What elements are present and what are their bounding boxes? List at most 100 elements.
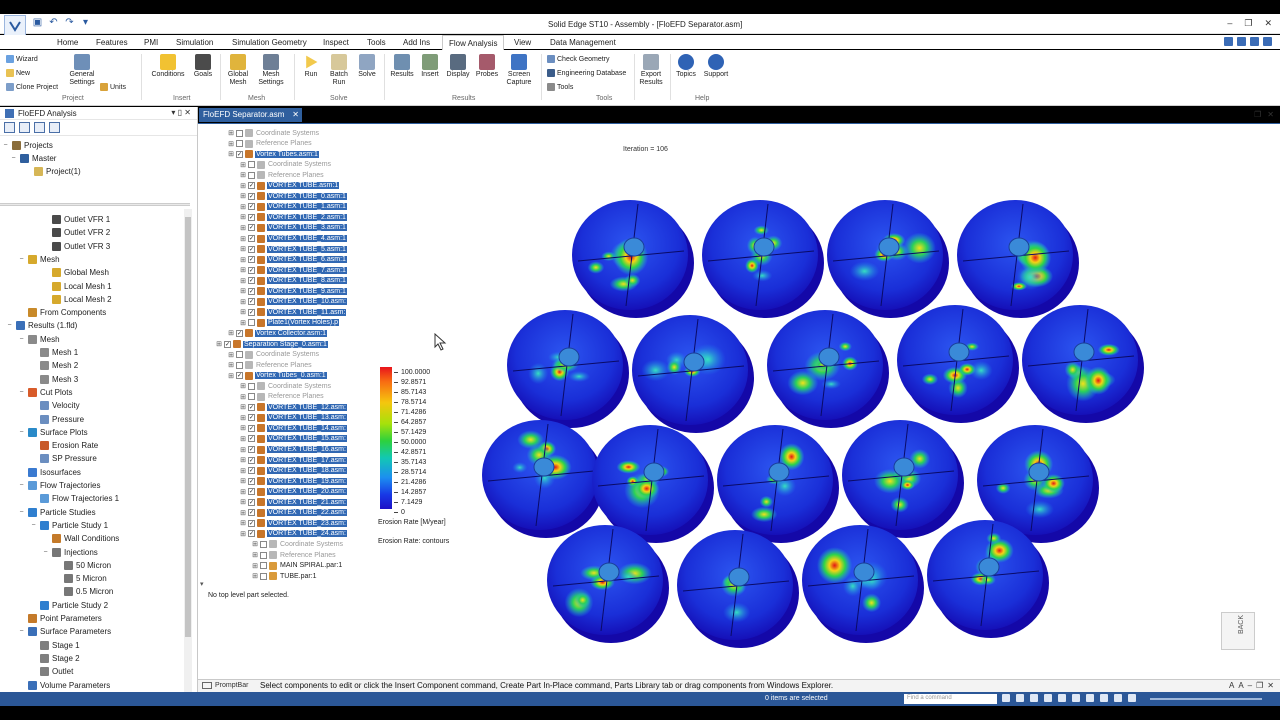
expand-toggle-icon[interactable]: ⊞: [240, 235, 246, 243]
vortex-tube-model[interactable]: [1022, 305, 1144, 423]
scroll-down-icon[interactable]: ▾: [200, 580, 204, 588]
assembly-tree-item[interactable]: ⊞ Coordinate Systems: [240, 381, 332, 391]
visibility-checkbox[interactable]: ✓: [248, 224, 255, 232]
tree-scrollbar[interactable]: [184, 209, 192, 692]
close-icon[interactable]: ✕: [1264, 18, 1272, 29]
visibility-checkbox[interactable]: [248, 382, 255, 390]
assembly-tree-item[interactable]: ⊞ Reference Planes: [240, 392, 325, 402]
analysis-tree-item[interactable]: − Surface Plots: [18, 426, 88, 439]
analysis-tree-item[interactable]: − Cut Plots: [18, 386, 72, 399]
visibility-checkbox[interactable]: ✓: [248, 467, 255, 475]
tree-tool-icon[interactable]: [34, 122, 45, 133]
tree-tool-icon[interactable]: [49, 122, 60, 133]
global-mesh-button[interactable]: Global Mesh: [224, 54, 252, 87]
analysis-tree-item[interactable]: − Mesh: [18, 333, 60, 346]
vortex-tube-model[interactable]: [957, 200, 1079, 318]
assembly-tree-item[interactable]: ⊞ ✓ VORTEX TUBE_22.asm:: [240, 508, 347, 518]
visibility-checkbox[interactable]: ✓: [248, 308, 255, 316]
expand-toggle-icon[interactable]: ⊞: [240, 414, 246, 422]
close-tab-icon[interactable]: ✕: [292, 110, 299, 119]
analysis-tree-item[interactable]: 50 Micron: [54, 559, 111, 572]
expand-toggle-icon[interactable]: ⊞: [240, 266, 246, 274]
vortex-tube-model[interactable]: [702, 200, 824, 318]
app-menu-button[interactable]: [4, 15, 26, 37]
tab-home[interactable]: Home: [57, 38, 78, 47]
analysis-tree-item[interactable]: Wall Conditions: [42, 532, 119, 545]
view-cube[interactable]: BACK: [1221, 612, 1255, 650]
assembly-tree-item[interactable]: ⊞ Plate1(Vortex Holes).p: [240, 318, 340, 328]
assembly-tree-item[interactable]: ⊞ ✓ VORTEX TUBE_3.asm:1: [240, 223, 347, 233]
visibility-checkbox[interactable]: [260, 540, 267, 548]
expand-toggle-icon[interactable]: ⊞: [228, 351, 234, 359]
expand-toggle-icon[interactable]: ⊞: [240, 171, 246, 179]
assembly-tree-item[interactable]: ⊞ ✓ VORTEX TUBE_11.asm:: [240, 307, 347, 317]
expand-toggle-icon[interactable]: ⊞: [240, 245, 246, 253]
expand-toggle-icon[interactable]: ⊞: [240, 192, 246, 200]
analysis-tree-item[interactable]: Mesh 1: [30, 346, 78, 359]
assembly-tree-item[interactable]: ⊞ Reference Planes: [240, 170, 325, 180]
visibility-checkbox[interactable]: ✓: [248, 298, 255, 306]
visibility-checkbox[interactable]: ✓: [248, 519, 255, 527]
assembly-tree-item[interactable]: ⊞ MAIN SPIRAL.par:1: [252, 561, 343, 571]
expand-toggle-icon[interactable]: ⊞: [240, 488, 246, 496]
visibility-checkbox[interactable]: ✓: [236, 372, 243, 380]
assembly-tree-item[interactable]: ⊞ Reference Planes: [252, 550, 337, 560]
save-icon[interactable]: ▣: [32, 17, 43, 28]
tab-flow-analysis[interactable]: Flow Analysis: [442, 35, 505, 51]
expand-toggle-icon[interactable]: ⊞: [240, 382, 246, 390]
assembly-tree-item[interactable]: ⊞ ✓ VORTEX TUBE_0.asm:1: [240, 191, 347, 201]
view-tool-icon[interactable]: [1100, 694, 1108, 702]
analysis-tree-item[interactable]: − Particle Studies: [18, 506, 96, 519]
visibility-checkbox[interactable]: ✓: [248, 203, 255, 211]
assembly-tree-item[interactable]: ⊞ ✓ VORTEX TUBE_5.asm:1: [240, 244, 347, 254]
expand-toggle-icon[interactable]: −: [18, 628, 25, 635]
analysis-tree-item[interactable]: Pressure: [30, 413, 84, 426]
visibility-checkbox[interactable]: ✓: [248, 235, 255, 242]
clone-project-button[interactable]: Clone Project: [6, 83, 58, 91]
expand-toggle-icon[interactable]: ⊞: [252, 540, 258, 548]
tab-simulation[interactable]: Simulation: [176, 38, 213, 47]
project-tree-item[interactable]: Project(1): [24, 165, 81, 178]
ribbon-collapse-icon[interactable]: [1263, 37, 1272, 46]
vortex-tubes-erosion-render[interactable]: [470, 180, 1150, 670]
visibility-checkbox[interactable]: ✓: [248, 245, 255, 253]
visibility-checkbox[interactable]: [248, 171, 255, 179]
visibility-checkbox[interactable]: ✓: [248, 256, 255, 264]
engineering-database-button[interactable]: Engineering Database: [547, 69, 626, 77]
visibility-checkbox[interactable]: ✓: [248, 192, 255, 200]
visibility-checkbox[interactable]: ✓: [248, 414, 255, 422]
vortex-tube-model[interactable]: [482, 420, 604, 538]
tools-button[interactable]: Tools: [547, 83, 573, 91]
analysis-tree-item[interactable]: Outlet: [30, 665, 73, 678]
undo-icon[interactable]: ↶: [48, 17, 59, 28]
expand-toggle-icon[interactable]: −: [6, 322, 13, 329]
vortex-tube-model[interactable]: [677, 530, 799, 648]
assembly-tree-item[interactable]: ⊞ ✓ VORTEX TUBE_18.asm:: [240, 466, 347, 476]
minimize-icon[interactable]: –: [1248, 681, 1252, 690]
project-tree-item[interactable]: − Master: [10, 152, 56, 165]
visibility-checkbox[interactable]: ✓: [248, 446, 255, 453]
visibility-checkbox[interactable]: [236, 361, 243, 369]
expand-toggle-icon[interactable]: ⊞: [240, 203, 246, 211]
units-button[interactable]: Units: [100, 83, 126, 91]
assembly-tree-item[interactable]: ⊞ ✓ VORTEX TUBE_8.asm:1: [240, 276, 347, 286]
expand-toggle-icon[interactable]: −: [2, 142, 9, 149]
view-tool-icon[interactable]: [1114, 694, 1122, 702]
topics-button[interactable]: Topics: [674, 54, 698, 79]
analysis-tree-item[interactable]: 5 Micron: [54, 572, 107, 585]
visibility-checkbox[interactable]: ✓: [248, 498, 255, 506]
visibility-checkbox[interactable]: ✓: [236, 150, 243, 158]
vortex-tube-model[interactable]: [717, 425, 839, 543]
visibility-checkbox[interactable]: ✓: [248, 488, 255, 496]
solve-button[interactable]: Solve: [354, 54, 380, 79]
assembly-tree-item[interactable]: ⊞ ✓ Vortex Collector.asm:1: [228, 328, 328, 338]
analysis-tree-item[interactable]: Point Parameters: [18, 612, 102, 625]
expand-toggle-icon[interactable]: ⊞: [240, 403, 246, 411]
analysis-tree-item[interactable]: Mesh 2: [30, 359, 78, 372]
visibility-checkbox[interactable]: ✓: [248, 266, 255, 274]
expand-toggle-icon[interactable]: ⊞: [240, 509, 246, 517]
vortex-tube-model[interactable]: [897, 305, 1019, 423]
expand-toggle-icon[interactable]: −: [18, 509, 25, 516]
export-results-button[interactable]: Export Results: [636, 54, 666, 87]
analysis-tree-item[interactable]: − Particle Study 1: [30, 519, 108, 532]
